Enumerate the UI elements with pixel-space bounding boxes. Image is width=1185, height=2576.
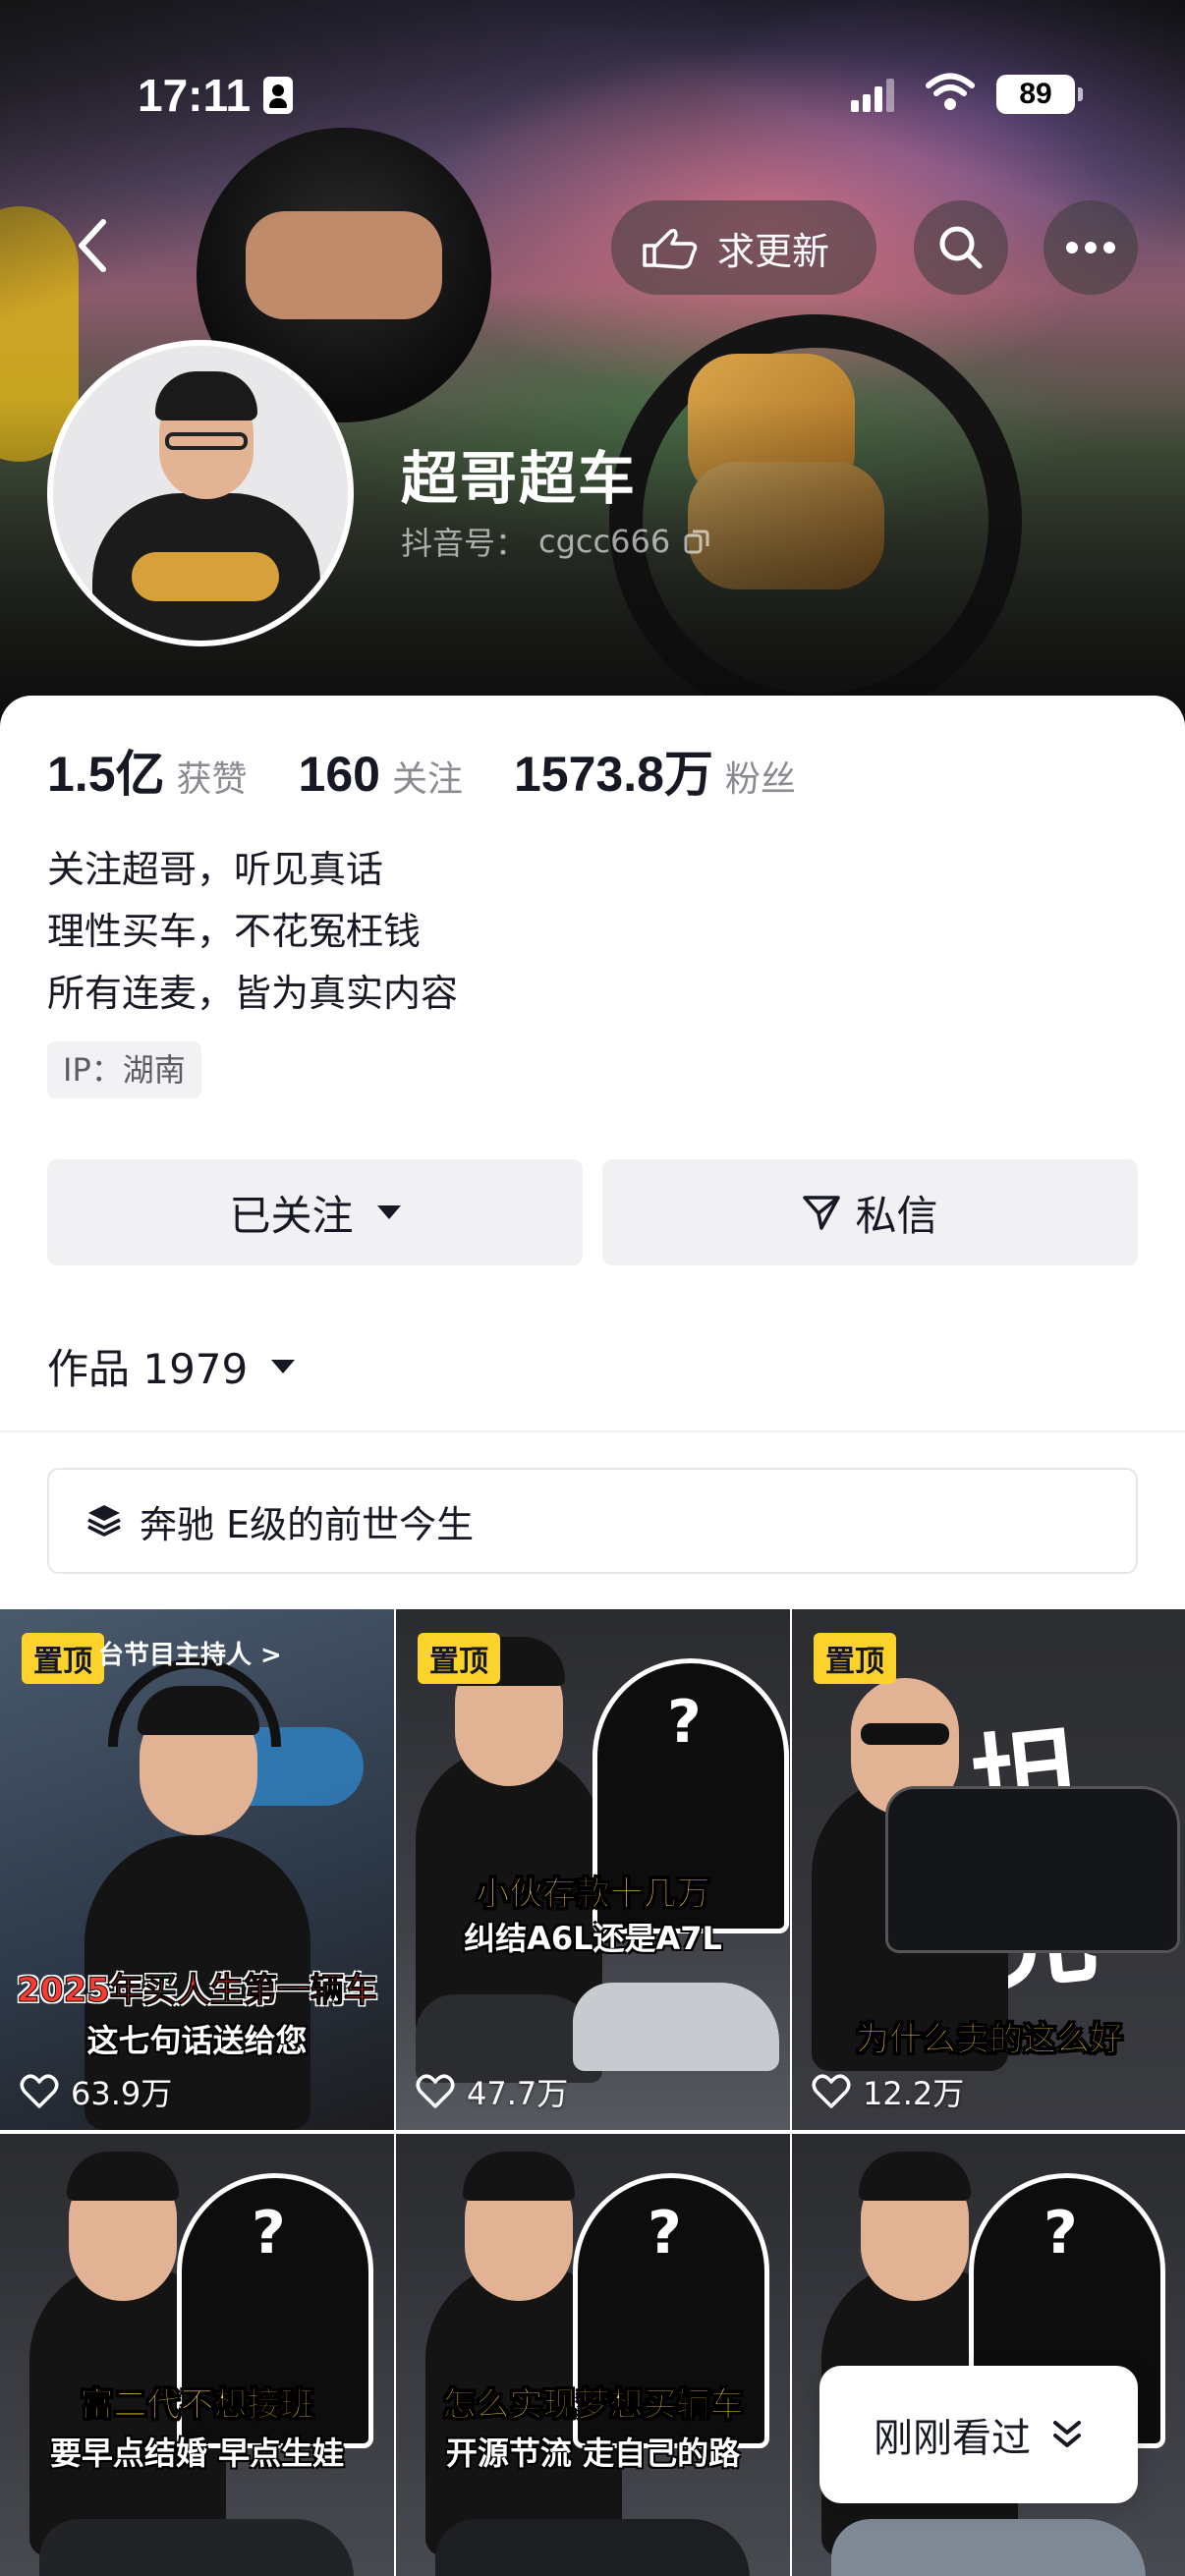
cellular-signal-icon — [851, 79, 896, 112]
copy-icon[interactable] — [682, 527, 711, 556]
video-caption-secondary: 纠结A6L还是A7L — [464, 1920, 722, 1957]
recently-viewed-label: 刚刚看过 — [874, 2416, 1031, 2461]
video-car — [573, 1983, 779, 2071]
heart-icon — [20, 2074, 59, 2108]
video-caption-secondary: 开源节流 走自己的路 — [445, 2435, 741, 2472]
bio-line: 所有连麦，皆为真实内容 — [47, 972, 459, 1015]
following-count[interactable]: 160 — [299, 746, 380, 803]
video-car — [39, 2519, 354, 2576]
pinned-badge: 置顶 — [814, 1633, 896, 1684]
profile-name: 超哥超车 — [401, 445, 638, 512]
more-button[interactable] — [1044, 200, 1138, 295]
request-update-button[interactable]: 求更新 — [611, 200, 876, 295]
video-car — [831, 2519, 1146, 2576]
works-label: 作品 1979 — [47, 1345, 249, 1393]
bio: 关注超哥，听见真话 理性买车，不花冤枉钱 所有连麦，皆为真实内容 — [47, 839, 458, 1025]
pinned-badge: 置顶 — [22, 1633, 104, 1684]
account-id: cgcc666 — [538, 523, 671, 560]
account-label: 抖音号： — [401, 525, 528, 562]
video-person-hair — [67, 2152, 179, 2201]
search-icon — [939, 226, 983, 269]
video-top-text: 台节目主持人 > — [98, 1641, 282, 1670]
video-car — [885, 1786, 1180, 1953]
video-likes-count: 47.7万 — [467, 2075, 569, 2112]
video-caption-primary: 小伙存款十几万 — [476, 1875, 710, 1915]
wifi-icon — [926, 73, 975, 110]
question-mark: ? — [1044, 2199, 1078, 2268]
account-id-row[interactable]: 抖音号： cgcc666 — [401, 519, 711, 564]
collection-entry[interactable]: 奔驰 E级的前世今生 — [47, 1468, 1138, 1574]
caret-down-icon — [271, 1359, 296, 1373]
caret-down-icon — [376, 1205, 401, 1219]
video-car — [435, 2519, 750, 2576]
stats-row: 1.5亿 获赞 160 关注 1573.8万 粉丝 — [47, 735, 847, 806]
avatar-glasses — [165, 432, 248, 450]
video-likes: 63.9万 — [20, 2069, 172, 2114]
video-thumbnail[interactable]: ? 怎么实现梦想买辆车 开源节流 走自己的路 — [396, 2134, 790, 2576]
bio-line: 理性买车，不花冤枉钱 — [47, 910, 422, 953]
video-person-hair — [859, 2152, 971, 2201]
avatar[interactable] — [47, 340, 354, 646]
likes-label: 获赞 — [176, 759, 248, 800]
video-likes-count: 12.2万 — [863, 2075, 965, 2112]
hand-point-icon — [643, 228, 698, 269]
more-icon — [1066, 242, 1115, 253]
request-update-label: 求更新 — [717, 229, 830, 273]
battery-indicator: 89 — [996, 75, 1083, 114]
follow-button[interactable]: 已关注 — [47, 1159, 583, 1265]
video-thumbnail[interactable]: ? — [792, 2134, 1185, 2576]
sunglasses — [861, 1723, 949, 1745]
video-thumbnail[interactable]: ? 置顶 小伙存款十几万 纠结A6L还是A7L 47.7万 — [396, 1609, 790, 2130]
video-likes: 12.2万 — [812, 2069, 964, 2114]
message-button[interactable]: 私信 — [602, 1159, 1138, 1265]
video-caption-primary: 为什么卖的这么好 — [856, 2020, 1124, 2060]
back-icon — [79, 219, 106, 272]
headphones — [108, 1658, 281, 1747]
video-caption-secondary: 这七句话送给您 — [86, 2022, 308, 2059]
followers-label[interactable]: 粉丝 — [725, 751, 796, 802]
video-caption-secondary: 要早点结婚 早点生娃 — [49, 2435, 345, 2472]
message-label: 私信 — [855, 1191, 938, 1240]
avatar-gloves — [132, 552, 279, 601]
heart-icon — [812, 2074, 851, 2108]
status-time: 17:11 — [138, 70, 252, 121]
double-chevron-down-icon — [1053, 2421, 1081, 2447]
followers-count[interactable]: 1573.8万 — [514, 735, 713, 806]
question-mark: ? — [648, 2199, 682, 2268]
status-person-icon — [263, 77, 293, 114]
ip-location-tag: IP：湖南 — [47, 1041, 201, 1098]
follow-label: 已关注 — [229, 1191, 354, 1240]
layers-icon — [87, 1505, 121, 1537]
video-likes: 47.7万 — [416, 2069, 568, 2114]
video-caption-primary: 怎么实现梦想买辆车 — [442, 2385, 744, 2426]
bio-line: 关注超哥，听见真话 — [47, 848, 384, 891]
video-caption-primary: 富二代不想接班 — [80, 2385, 314, 2426]
video-caption-primary: 2025年买人生第一辆车 — [17, 1971, 378, 2011]
likes-count: 1.5亿 — [47, 747, 165, 802]
question-mark: ? — [252, 2199, 286, 2268]
recently-viewed-button[interactable]: 刚刚看过 — [819, 2366, 1138, 2503]
action-buttons: 已关注 私信 — [47, 1159, 1138, 1265]
send-icon — [803, 1196, 841, 1230]
collection-label: 奔驰 E级的前世今生 — [140, 1502, 475, 1546]
video-person-hair — [463, 2152, 575, 2201]
video-thumbnail[interactable]: 置顶 台节目主持人 > 2025年买人生第一辆车 这七句话送给您 63.9万 — [0, 1609, 394, 2130]
search-button[interactable] — [914, 200, 1008, 295]
following-label[interactable]: 关注 — [392, 751, 463, 802]
video-thumbnail[interactable]: 坦克 置顶 为什么卖的这么好 12.2万 — [792, 1609, 1185, 2130]
avatar-hair — [155, 371, 257, 420]
pinned-badge: 置顶 — [418, 1633, 500, 1684]
question-mark: ? — [667, 1688, 702, 1757]
video-likes-count: 63.9万 — [71, 2075, 173, 2112]
back-button[interactable] — [53, 196, 132, 295]
video-thumbnail[interactable]: ? 富二代不想接班 要早点结婚 早点生娃 — [0, 2134, 394, 2576]
works-tab[interactable]: 作品 1979 — [47, 1336, 296, 1396]
heart-icon — [416, 2074, 455, 2108]
divider — [0, 1430, 1185, 1432]
